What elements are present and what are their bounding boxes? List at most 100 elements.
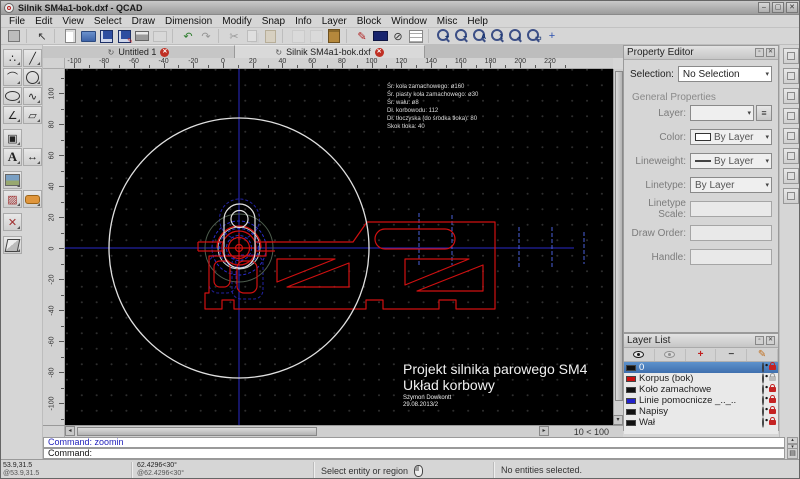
scroll-down-button[interactable]: ▾: [613, 415, 623, 425]
app-button[interactable]: [5, 28, 23, 44]
layer-dropdown[interactable]: ▾: [690, 105, 754, 121]
linetype-scale-input[interactable]: [690, 201, 772, 217]
handle-input[interactable]: [690, 249, 772, 265]
layer-visibility-icon[interactable]: [762, 396, 764, 405]
menu-item[interactable]: Select: [89, 16, 127, 27]
redo-button[interactable]: ↷: [197, 28, 215, 44]
maximize-button[interactable]: ▢: [772, 2, 784, 13]
layer-visibility-icon[interactable]: [762, 374, 764, 383]
grid-toggle-button[interactable]: [407, 28, 425, 44]
layer-visibility-icon[interactable]: [762, 418, 764, 427]
selection-pointer-button[interactable]: ↖: [33, 28, 51, 44]
command-history[interactable]: Command: zoomin: [43, 437, 785, 448]
right-dock-button-2[interactable]: [783, 68, 799, 84]
arc-tool[interactable]: ⌒: [3, 68, 22, 86]
layer-lock-icon[interactable]: [769, 376, 776, 381]
property-editor-header[interactable]: Property Editor ▫ ✕: [624, 46, 778, 60]
close-button[interactable]: ✕: [786, 2, 798, 13]
print-button[interactable]: [133, 28, 151, 44]
minimize-button[interactable]: –: [758, 2, 770, 13]
circle-tool[interactable]: [23, 68, 42, 86]
right-dock-button-3[interactable]: [783, 88, 799, 104]
right-dock-button-6[interactable]: [783, 148, 799, 164]
new-file-button[interactable]: [61, 28, 79, 44]
zoom-1-1-button[interactable]: 1: [489, 28, 507, 44]
linetype-dropdown[interactable]: By Layer ▾: [690, 177, 772, 193]
save-as-button[interactable]: [115, 28, 133, 44]
hide-all-layers-button[interactable]: [655, 349, 686, 361]
menu-item[interactable]: Dimension: [160, 16, 217, 27]
menu-item[interactable]: File: [4, 16, 30, 27]
color-dropdown[interactable]: By Layer ▾: [690, 129, 772, 145]
layer-list-menu-button[interactable]: ≡: [756, 105, 772, 121]
layer-lock-icon[interactable]: [769, 398, 776, 403]
shape-tool[interactable]: ▱: [23, 106, 42, 124]
panel-float-button[interactable]: ▫: [755, 336, 764, 345]
text-tool[interactable]: A: [3, 148, 22, 166]
tab-close-icon[interactable]: ✕: [375, 48, 384, 57]
draw-order-input[interactable]: [690, 225, 772, 241]
scroll-right-button[interactable]: ▸: [539, 426, 549, 436]
layer-row[interactable]: 0: [624, 362, 778, 373]
ellipse-tool[interactable]: [3, 87, 22, 105]
remove-layer-button[interactable]: −: [716, 349, 747, 361]
pan-button[interactable]: +: [543, 28, 561, 44]
viewport-tool[interactable]: ▣: [3, 129, 22, 147]
tab-silnik-sm4a1-bok[interactable]: ↻ Silnik SM4a1-bok.dxf ✕: [235, 45, 425, 58]
show-all-layers-button[interactable]: [624, 349, 655, 361]
right-dock-button-8[interactable]: [783, 188, 799, 204]
command-history-spinner[interactable]: ▴ ▾: [787, 437, 798, 448]
polyline-tool[interactable]: ∠: [3, 106, 22, 124]
hatch-tool[interactable]: ▨: [3, 190, 22, 208]
drawing-canvas[interactable]: Śr. koła zamachowego: ø160 Śr. piasty ko…: [65, 69, 613, 425]
vertical-scrollbar[interactable]: ▾: [613, 69, 623, 425]
panel-close-button[interactable]: ✕: [766, 336, 775, 345]
title-bar[interactable]: Silnik SM4a1-bok.dxf - QCAD – ▢ ✕: [1, 1, 800, 15]
modify-tool[interactable]: ✕: [3, 213, 22, 231]
menu-item[interactable]: Help: [462, 16, 493, 27]
panel-close-button[interactable]: ✕: [766, 48, 775, 57]
undo-button[interactable]: ↶: [179, 28, 197, 44]
solid-fill-tool[interactable]: [23, 190, 42, 208]
spline-tool[interactable]: ∿: [23, 87, 42, 105]
menu-item[interactable]: Misc: [432, 16, 463, 27]
edit-layer-button[interactable]: ✎: [747, 349, 778, 361]
command-options-button[interactable]: ▤: [787, 448, 798, 459]
box-3d-tool[interactable]: [3, 236, 22, 254]
point-tool[interactable]: ∴: [3, 49, 22, 67]
menu-item[interactable]: Info: [290, 16, 317, 27]
dimension-tool[interactable]: ↔: [23, 148, 42, 166]
print-preview-button[interactable]: [151, 28, 169, 44]
layer-list-header[interactable]: Layer List ▫ ✕: [624, 334, 778, 348]
right-dock-button-7[interactable]: [783, 168, 799, 184]
add-layer-button[interactable]: +: [686, 349, 717, 361]
open-file-button[interactable]: [79, 28, 97, 44]
active-color-swatch[interactable]: [371, 28, 389, 44]
menu-item[interactable]: Block: [352, 16, 386, 27]
menu-item[interactable]: Draw: [127, 16, 160, 27]
line-tool[interactable]: ╱: [23, 49, 42, 67]
menu-item[interactable]: View: [57, 16, 89, 27]
snap-tool-button-2[interactable]: [307, 28, 325, 44]
scroll-left-button[interactable]: ◂: [65, 426, 75, 436]
layer-lock-icon[interactable]: [769, 420, 776, 425]
menu-item[interactable]: Layer: [317, 16, 352, 27]
command-input[interactable]: Command:: [43, 448, 785, 459]
layer-row[interactable]: Wał: [624, 417, 778, 428]
menu-item[interactable]: Snap: [257, 16, 290, 27]
clipboard-button[interactable]: [325, 28, 343, 44]
tab-close-icon[interactable]: ✕: [160, 48, 169, 57]
menu-item[interactable]: Window: [386, 16, 432, 27]
copy-button[interactable]: [243, 28, 261, 44]
layer-row[interactable]: Napisy: [624, 406, 778, 417]
zoom-auto-button[interactable]: A: [471, 28, 489, 44]
horizontal-scrollbar-thumb[interactable]: [77, 427, 317, 436]
image-tool[interactable]: [3, 171, 22, 189]
layer-visibility-icon[interactable]: [762, 385, 764, 394]
right-dock-button-4[interactable]: [783, 108, 799, 124]
cut-button[interactable]: ✂: [225, 28, 243, 44]
layer-lock-icon[interactable]: [769, 409, 776, 414]
tab-untitled-1[interactable]: ↻ Untitled 1 ✕: [43, 45, 235, 58]
right-dock-button-1[interactable]: [783, 48, 799, 64]
layer-visibility-icon[interactable]: [762, 407, 764, 416]
